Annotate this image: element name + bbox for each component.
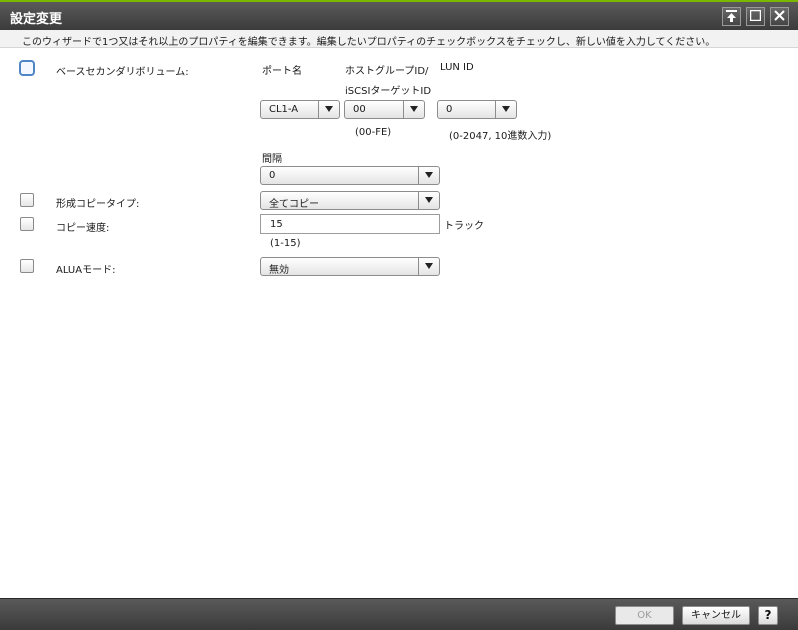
base-secondary-checkbox[interactable]	[19, 60, 35, 76]
interval-select-value: 0	[269, 170, 276, 181]
chevron-down-icon	[425, 263, 433, 269]
chevron-down-icon	[425, 197, 433, 203]
description-bar: このウィザードで1つ又はそれ以上のプロパティを編集できます。編集したいプロパティ…	[0, 30, 798, 48]
copy-type-select[interactable]: 全てコピー	[260, 191, 440, 210]
interval-select[interactable]: 0	[260, 166, 440, 185]
cancel-button[interactable]: キャンセル	[682, 606, 750, 625]
chevron-down-icon	[425, 172, 433, 178]
chevron-down-icon	[325, 106, 333, 112]
pin-top-button[interactable]	[722, 7, 741, 26]
lun-id-hint: (0-2047, 10進数入力)	[449, 131, 552, 142]
description-text: このウィザードで1つ又はそれ以上のプロパティを編集できます。編集したいプロパティ…	[22, 37, 716, 48]
maximize-button[interactable]	[746, 7, 765, 26]
iscsi-target-column-label: iSCSIターゲットID	[345, 86, 432, 97]
host-group-id-combo[interactable]: 00	[344, 100, 425, 119]
copy-speed-value: 15	[270, 219, 283, 230]
copy-speed-checkbox[interactable]	[20, 217, 34, 231]
copy-speed-input[interactable]: 15	[260, 214, 440, 234]
port-select[interactable]: CL1-A	[260, 100, 340, 119]
close-button[interactable]	[770, 7, 789, 26]
interval-label: 間隔	[262, 154, 282, 165]
maximize-icon	[750, 10, 761, 21]
host-group-column-label: ホストグループID/	[345, 66, 429, 77]
help-button[interactable]: ?	[758, 606, 778, 625]
chevron-down-icon	[502, 106, 510, 112]
title-bar: 設定変更	[0, 0, 798, 30]
chevron-down-icon	[410, 106, 418, 112]
lun-id-value: 0	[446, 104, 453, 115]
window-title: 設定変更	[10, 12, 63, 27]
host-group-id-hint: (00-FE)	[355, 127, 392, 138]
copy-speed-label: コピー速度:	[56, 223, 110, 234]
alua-mode-select-value: 無効	[269, 265, 289, 276]
ok-button[interactable]: OK	[615, 606, 674, 625]
host-group-id-value: 00	[353, 104, 366, 115]
alua-mode-select[interactable]: 無効	[260, 257, 440, 276]
copy-type-label: 形成コピータイプ:	[56, 199, 140, 210]
close-icon	[774, 10, 785, 21]
copy-speed-hint: (1-15)	[270, 238, 301, 249]
base-secondary-label: ベースセカンダリボリューム:	[56, 67, 189, 78]
port-select-value: CL1-A	[269, 104, 299, 115]
copy-speed-unit: トラック	[444, 221, 484, 232]
copy-type-checkbox[interactable]	[20, 193, 34, 207]
pin-top-icon	[726, 10, 737, 22]
lun-id-combo[interactable]: 0	[437, 100, 517, 119]
copy-type-select-value: 全てコピー	[269, 199, 319, 210]
footer-bar: OK キャンセル ?	[0, 598, 798, 630]
lun-column-label: LUN ID	[440, 62, 474, 73]
alua-mode-label: ALUAモード:	[56, 265, 116, 276]
alua-mode-checkbox[interactable]	[20, 259, 34, 273]
port-column-label: ポート名	[262, 66, 302, 77]
